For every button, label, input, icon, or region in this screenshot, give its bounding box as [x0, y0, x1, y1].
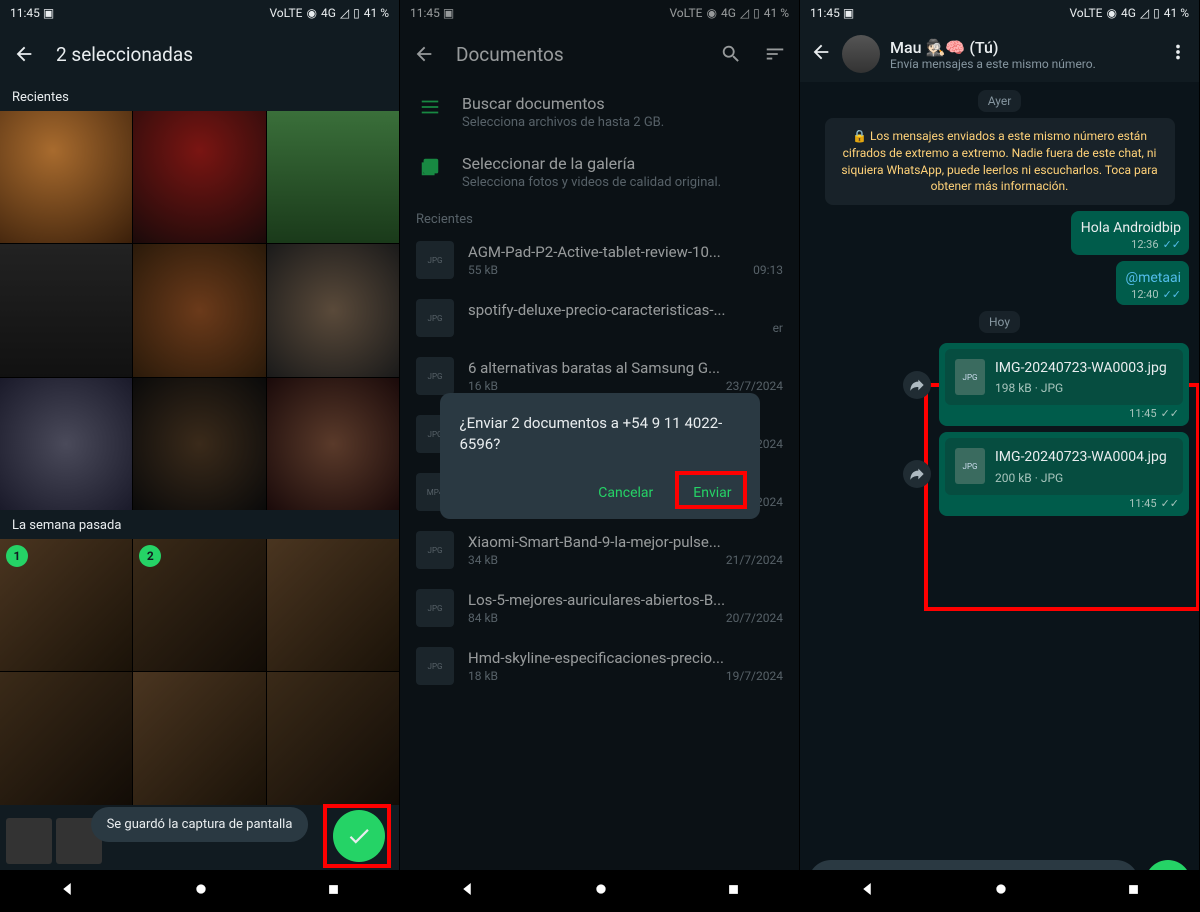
nav-recents[interactable] [726, 882, 741, 901]
send-confirm-dialog: ¿Enviar 2 documentos a +54 9 11 4022-659… [440, 393, 760, 519]
message-time: 11:45 [1129, 497, 1156, 510]
selected-thumb[interactable] [6, 818, 52, 864]
gallery-thumb[interactable] [133, 672, 265, 804]
highlight-box [675, 471, 747, 509]
gallery-thumb[interactable] [133, 244, 265, 376]
file-message-bubble[interactable]: JPG IMG-20240723-WA0004.jpg 200 kB · JPG… [939, 432, 1189, 515]
battery-icon: ▯ [1153, 6, 1160, 20]
signal-icon: ◿ [1140, 6, 1149, 20]
battery-icon: ▯ [353, 6, 360, 20]
selection-header: 2 seleccionadas [0, 26, 399, 82]
status-time: 11:45 [10, 6, 40, 20]
android-navbar [0, 870, 399, 912]
gallery-thumb-selected[interactable]: 2 [133, 539, 265, 671]
gallery-thumb[interactable] [0, 672, 132, 804]
date-chip: Hoy [979, 311, 1020, 333]
recent-grid [0, 111, 399, 510]
file-message-bubble[interactable]: JPG IMG-20240723-WA0003.jpg 198 kB · JPG… [939, 343, 1189, 426]
more-menu-button[interactable] [1167, 41, 1189, 67]
nav-back[interactable] [858, 880, 876, 902]
file-meta: 200 kB · JPG [995, 471, 1167, 485]
date-chip: Ayer [978, 90, 1022, 112]
message-bubble[interactable]: @metaai 12:40 ✓✓ [1116, 261, 1190, 305]
gallery-thumb[interactable] [0, 244, 132, 376]
gallery-thumb[interactable] [267, 539, 399, 671]
file-type-icon: JPG [955, 448, 985, 484]
gallery-thumb[interactable] [133, 378, 265, 510]
message-time: 11:45 [1129, 407, 1156, 420]
chat-header: Mau 🕵🏻🧠 (Tú) Envía mensajes a este mismo… [800, 26, 1199, 82]
message-bubble[interactable]: Hola Androidbip 12:36 ✓✓ [1071, 211, 1189, 255]
volte-indicator: VoLTE [1069, 6, 1102, 20]
file-attachments-group: JPG IMG-20240723-WA0003.jpg 198 kB · JPG… [810, 343, 1189, 515]
net-indicator: 4G [1121, 6, 1136, 20]
forward-icon[interactable] [903, 460, 931, 488]
signal-icon: ◿ [340, 6, 349, 20]
gallery-thumb[interactable] [267, 111, 399, 243]
avatar[interactable] [842, 35, 880, 73]
forward-icon[interactable] [903, 371, 931, 399]
screenshot-toast: Se guardó la captura de pantalla [91, 807, 309, 842]
wifi-icon: ◉ [306, 6, 316, 20]
gallery-thumb[interactable] [267, 378, 399, 510]
gallery-thumb[interactable] [267, 672, 399, 804]
gallery-thumb[interactable] [267, 244, 399, 376]
screenshot-indicator-icon: ▣ [43, 6, 54, 20]
android-navbar [800, 870, 1199, 912]
dialog-message: ¿Enviar 2 documentos a +54 9 11 4022-659… [460, 413, 740, 455]
volte-indicator: VoLTE [269, 6, 302, 20]
read-ticks-icon: ✓✓ [1161, 407, 1179, 420]
gallery-thumb[interactable] [0, 111, 132, 243]
gallery-thumb[interactable] [133, 111, 265, 243]
status-bar: 11:45 ▣ VoLTE ◉ 4G ◿ ▯ 41 % [800, 0, 1199, 26]
battery-percent: 41 % [364, 6, 389, 20]
file-name: IMG-20240723-WA0003.jpg [995, 359, 1167, 377]
read-ticks-icon: ✓✓ [1163, 288, 1181, 301]
message-time: 12:40 [1131, 288, 1158, 301]
screenshot-indicator-icon: ▣ [843, 6, 854, 20]
gallery-thumb[interactable] [0, 378, 132, 510]
message-time: 12:36 [1131, 238, 1158, 251]
nav-home[interactable] [993, 881, 1009, 901]
chat-screen: 11:45 ▣ VoLTE ◉ 4G ◿ ▯ 41 % Mau 🕵🏻🧠 (Tú)… [800, 0, 1200, 912]
highlight-box [323, 804, 391, 868]
contact-info[interactable]: Mau 🕵🏻🧠 (Tú) Envía mensajes a este mismo… [890, 38, 1157, 71]
nav-home[interactable] [193, 881, 209, 901]
battery-percent: 41 % [1164, 6, 1189, 20]
section-recent: Recientes [0, 82, 399, 111]
selection-badge: 1 [6, 545, 28, 567]
nav-recents[interactable] [326, 882, 341, 901]
gallery-thumb-selected[interactable]: 1 [0, 539, 132, 671]
lastweek-grid: 1 2 [0, 539, 399, 805]
nav-recents[interactable] [1126, 882, 1141, 901]
chat-body[interactable]: Ayer 🔒 Los mensajes enviados a este mism… [800, 82, 1199, 854]
nav-back[interactable] [458, 880, 476, 902]
nav-back[interactable] [58, 880, 76, 902]
dialog-cancel-button[interactable]: Cancelar [590, 479, 661, 507]
message-text: @metaai [1126, 270, 1182, 286]
documents-screen: 11:45 ▣ VoLTE ◉ 4G ◿ ▯ 41 % Documentos B… [400, 0, 800, 912]
net-indicator: 4G [321, 6, 336, 20]
nav-home[interactable] [593, 881, 609, 901]
android-navbar [400, 870, 799, 912]
back-button[interactable] [810, 41, 832, 67]
selection-title: 2 seleccionadas [56, 43, 387, 66]
status-time: 11:45 [810, 6, 840, 20]
encryption-notice[interactable]: 🔒 Los mensajes enviados a este mismo núm… [825, 118, 1175, 205]
read-ticks-icon: ✓✓ [1161, 497, 1179, 510]
file-type-icon: JPG [955, 359, 985, 395]
file-name: IMG-20240723-WA0004.jpg [995, 448, 1167, 466]
file-meta: 198 kB · JPG [995, 381, 1167, 395]
message-text: Hola Androidbip [1081, 220, 1181, 236]
section-lastweek: La semana pasada [0, 510, 399, 539]
contact-sub: Envía mensajes a este mismo número. [890, 57, 1157, 71]
contact-name: Mau 🕵🏻🧠 (Tú) [890, 38, 1157, 57]
status-bar: 11:45 ▣ VoLTE ◉ 4G ◿ ▯ 41 % [0, 0, 399, 26]
back-button[interactable] [12, 42, 36, 66]
wifi-icon: ◉ [1106, 6, 1116, 20]
gallery-selection-screen: 11:45 ▣ VoLTE ◉ 4G ◿ ▯ 41 % 2 selecciona… [0, 0, 400, 912]
read-ticks-icon: ✓✓ [1163, 238, 1181, 251]
